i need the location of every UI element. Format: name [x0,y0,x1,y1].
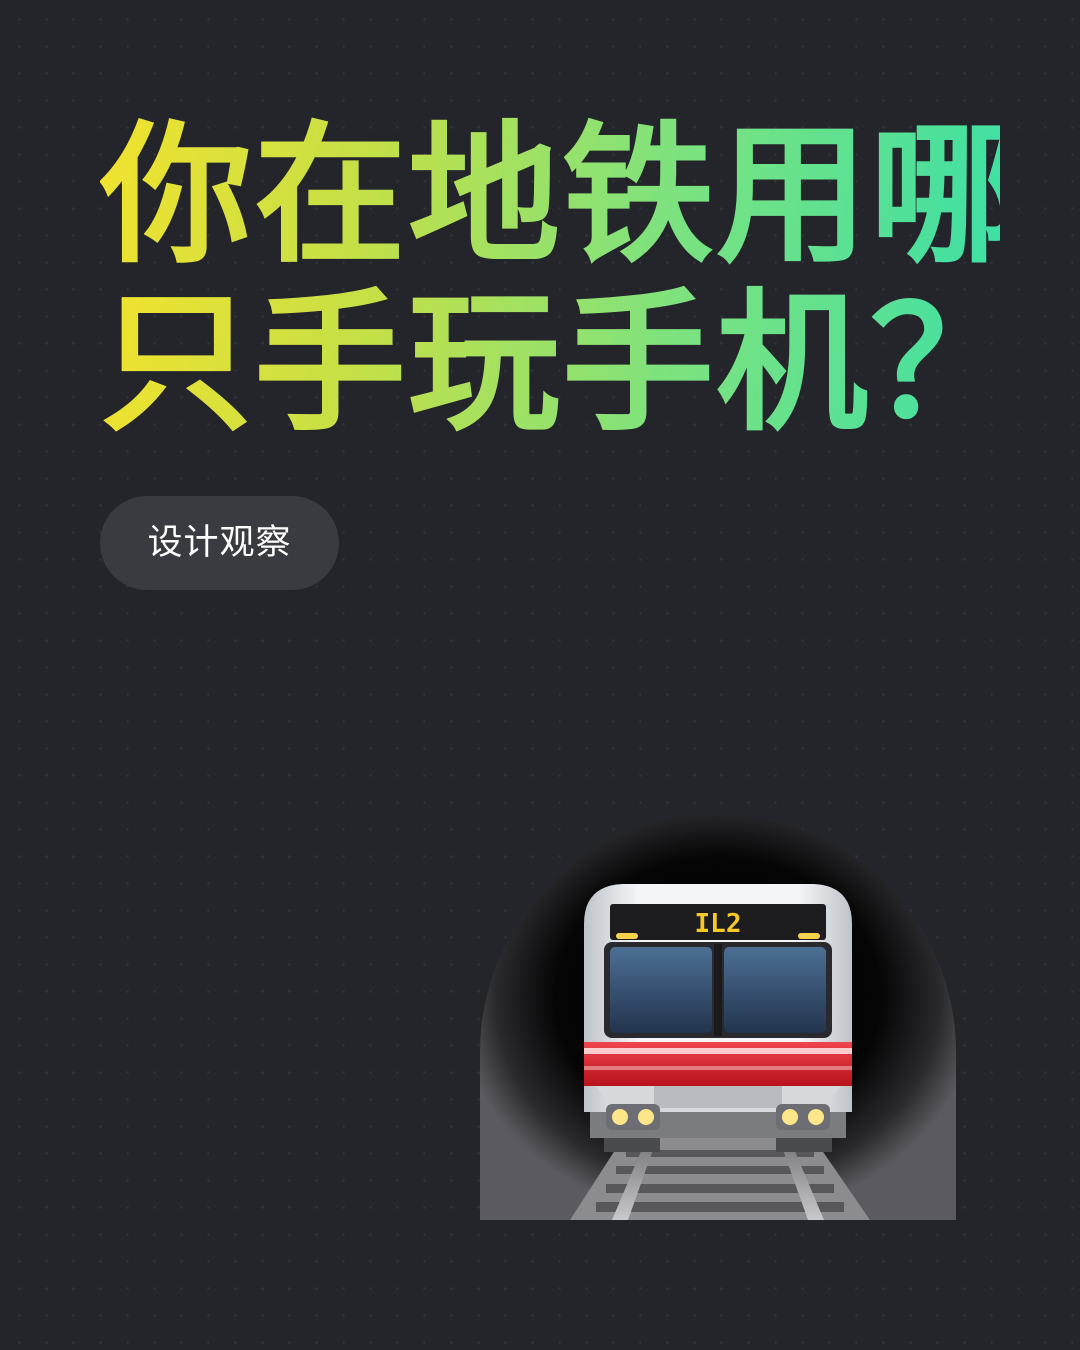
destination-display: IL2 [695,909,742,939]
metro-train-icon: IL2 [480,814,956,1220]
train-front: IL2 [584,884,852,1152]
headline: 你在地铁用哪 只手玩手机？ [100,107,1024,452]
headline-line-2: 只手玩手机？ [100,275,1024,452]
headline-line-1: 你在地铁用哪 [100,107,1024,284]
category-tag[interactable]: 设计观察 [100,496,339,590]
